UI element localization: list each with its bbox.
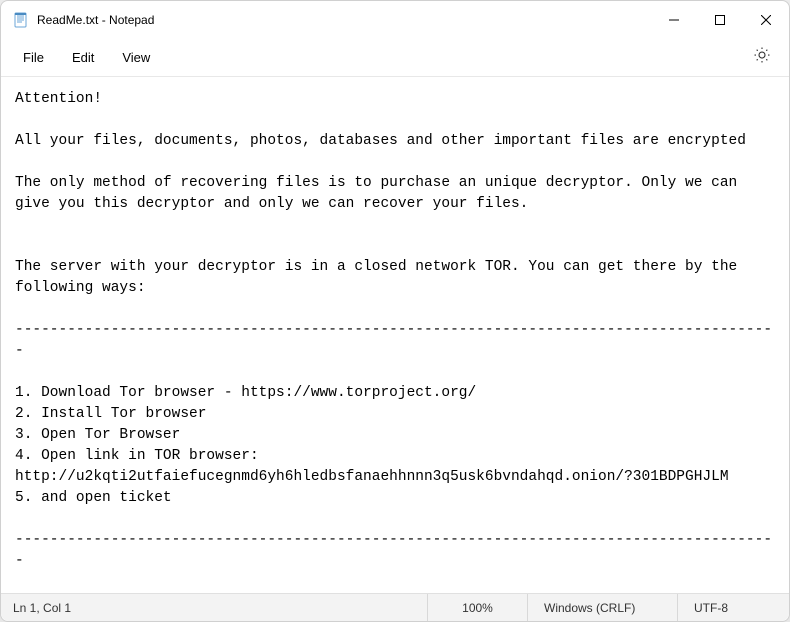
menu-view[interactable]: View [112, 44, 160, 71]
window-controls [651, 1, 789, 39]
settings-button[interactable] [747, 40, 777, 75]
maximize-button[interactable] [697, 1, 743, 39]
titlebar: ReadMe.txt - Notepad [1, 1, 789, 39]
notepad-window: ReadMe.txt - Notepad File Edit [0, 0, 790, 622]
gear-icon [753, 46, 771, 64]
close-button[interactable] [743, 1, 789, 39]
menu-edit[interactable]: Edit [62, 44, 104, 71]
cursor-position: Ln 1, Col 1 [13, 601, 427, 615]
zoom-level[interactable]: 100% [427, 594, 527, 621]
close-icon [761, 15, 771, 25]
menu-file[interactable]: File [13, 44, 54, 71]
maximize-icon [715, 15, 725, 25]
notepad-icon [13, 12, 29, 28]
statusbar: Ln 1, Col 1 100% Windows (CRLF) UTF-8 [1, 593, 789, 621]
window-title: ReadMe.txt - Notepad [37, 13, 651, 27]
text-editor[interactable]: Attention! All your files, documents, ph… [1, 77, 789, 593]
line-ending: Windows (CRLF) [527, 594, 677, 621]
minimize-button[interactable] [651, 1, 697, 39]
minimize-icon [669, 15, 679, 25]
encoding: UTF-8 [677, 594, 777, 621]
menubar: File Edit View [1, 39, 789, 77]
